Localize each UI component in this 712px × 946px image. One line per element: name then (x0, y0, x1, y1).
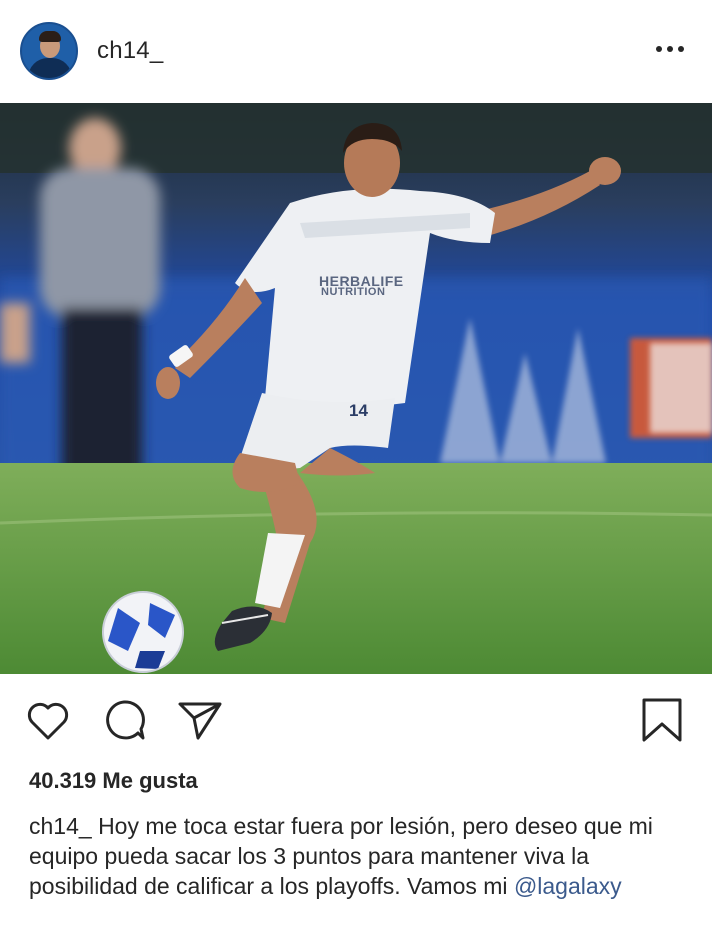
jersey-sponsor-line2: NUTRITION (321, 286, 386, 298)
bookmark-icon[interactable] (638, 696, 686, 744)
post-caption: ch14_ Hoy me toca estar fuera por lesión… (29, 811, 699, 901)
caption-mention-link[interactable]: @lagalaxy (514, 873, 622, 899)
paper-plane-icon[interactable] (176, 696, 224, 744)
post-username[interactable]: ch14_ (97, 37, 163, 65)
post-header: ch14_ (0, 0, 712, 102)
post-image[interactable]: HERBALIFE NUTRITION 14 (0, 103, 712, 674)
caption-username[interactable]: ch14_ (29, 813, 92, 839)
avatar[interactable] (20, 22, 78, 80)
heart-icon[interactable] (24, 696, 72, 744)
action-bar (0, 674, 712, 754)
jersey-number: 14 (349, 401, 368, 420)
likes-count[interactable]: 40.319 Me gusta (29, 768, 198, 794)
comment-bubble-icon[interactable] (100, 696, 148, 744)
more-options-icon[interactable] (650, 34, 690, 64)
